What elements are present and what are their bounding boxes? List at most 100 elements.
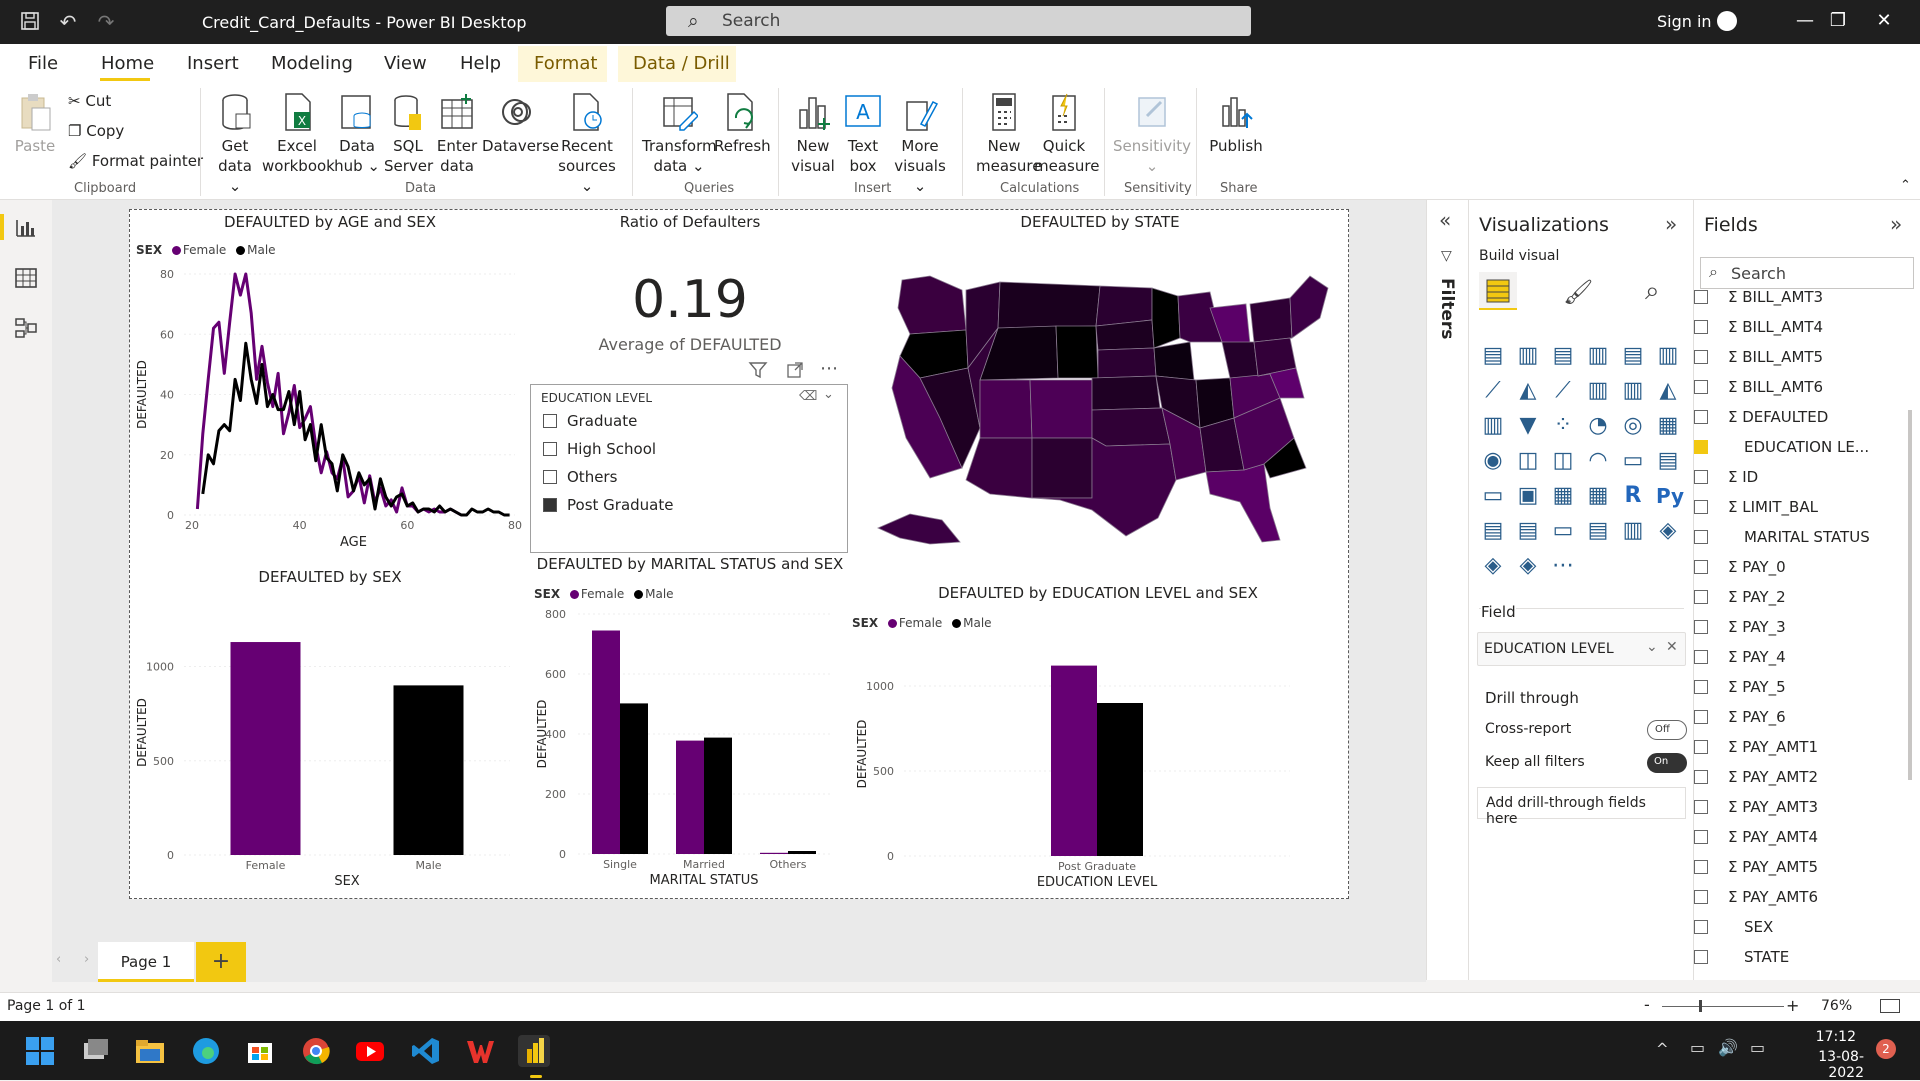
zoom-out-button[interactable]: - bbox=[1644, 995, 1650, 1014]
sign-in-link[interactable]: Sign in bbox=[1657, 12, 1712, 31]
visual-type-icon[interactable]: ◠ bbox=[1586, 449, 1610, 473]
visual-type-icon[interactable]: ◎ bbox=[1621, 414, 1645, 438]
notification-badge[interactable]: 2 bbox=[1876, 1039, 1896, 1059]
chevron-down-icon[interactable]: ⌄ bbox=[823, 387, 834, 402]
visual-type-icon[interactable]: ⋯ bbox=[1551, 554, 1575, 578]
visual-type-icon[interactable]: ▭ bbox=[1551, 519, 1575, 543]
field-item[interactable]: Σ PAY_4 bbox=[1694, 648, 1786, 666]
publish-button[interactable]: Publish bbox=[1206, 92, 1266, 156]
visual-type-icon[interactable]: ◫ bbox=[1516, 449, 1540, 473]
checkbox[interactable] bbox=[1694, 590, 1708, 604]
more-options-icon[interactable]: ⋯ bbox=[820, 358, 838, 379]
visual-type-icon[interactable]: ⟋ bbox=[1481, 379, 1505, 403]
visual-type-icon[interactable]: ▥ bbox=[1586, 344, 1610, 368]
checkbox[interactable] bbox=[1694, 800, 1708, 814]
legend-female[interactable]: Female bbox=[183, 243, 226, 257]
add-page-button[interactable]: + bbox=[196, 942, 246, 982]
fields-search-input[interactable]: ⌕ Search bbox=[1700, 257, 1914, 289]
next-page-icon[interactable]: › bbox=[84, 952, 89, 967]
data-view-icon[interactable] bbox=[13, 266, 39, 290]
field-item[interactable]: STATE bbox=[1694, 948, 1789, 966]
checkbox[interactable] bbox=[543, 470, 557, 484]
zoom-in-button[interactable]: + bbox=[1786, 996, 1799, 1015]
get-data-button[interactable]: Get data ⌄ bbox=[210, 92, 260, 196]
wps-icon[interactable] bbox=[464, 1035, 496, 1067]
checkbox[interactable] bbox=[543, 442, 557, 456]
education-bar-chart[interactable]: 0 500 1000 Post Graduate EDUCATION LEVEL DEFA… bbox=[850, 632, 1346, 896]
collapse-ribbon-icon[interactable]: ⌃ bbox=[1900, 178, 1911, 193]
expand-filters-icon[interactable]: « bbox=[1439, 208, 1451, 232]
new-visual-button[interactable]: New visual bbox=[790, 92, 836, 176]
keep-filters-toggle[interactable]: On bbox=[1647, 753, 1687, 773]
file-explorer-icon[interactable] bbox=[134, 1035, 166, 1067]
start-icon[interactable] bbox=[24, 1035, 56, 1067]
checkbox[interactable] bbox=[1694, 680, 1708, 694]
map-region[interactable] bbox=[1031, 437, 1093, 499]
legend-female[interactable]: Female bbox=[581, 587, 624, 601]
build-visual-tab[interactable] bbox=[1479, 272, 1517, 310]
tray-chevron-icon[interactable]: ^ bbox=[1656, 1040, 1669, 1058]
visual-type-icon[interactable]: ▤ bbox=[1586, 519, 1610, 543]
field-item[interactable]: Σ DEFAULTED bbox=[1694, 408, 1828, 426]
store-icon[interactable] bbox=[244, 1035, 276, 1067]
collapse-fields-icon[interactable]: » bbox=[1890, 212, 1902, 236]
sql-server-button[interactable]: SQL Server bbox=[384, 92, 433, 176]
menu-home[interactable]: Home bbox=[101, 53, 154, 74]
visual-type-icon[interactable]: ▤ bbox=[1551, 344, 1575, 368]
checkbox[interactable] bbox=[1694, 860, 1708, 874]
checkbox[interactable] bbox=[1694, 620, 1708, 634]
field-item[interactable]: EDUCATION LE... bbox=[1694, 438, 1869, 456]
scrollbar[interactable] bbox=[1908, 410, 1912, 780]
field-item[interactable]: Σ PAY_6 bbox=[1694, 708, 1786, 726]
checkbox[interactable] bbox=[1694, 320, 1708, 334]
fit-to-page-icon[interactable] bbox=[1880, 999, 1900, 1013]
checkbox[interactable] bbox=[1694, 560, 1708, 574]
format-visual-tab[interactable]: 🖌 bbox=[1563, 278, 1593, 306]
menu-help[interactable]: Help bbox=[460, 53, 501, 74]
visual-type-icon[interactable]: ◈ bbox=[1656, 519, 1680, 543]
field-item[interactable]: Σ PAY_AMT2 bbox=[1694, 768, 1818, 786]
checkbox[interactable] bbox=[1694, 770, 1708, 784]
visual-type-icon[interactable]: ▭ bbox=[1481, 484, 1505, 508]
slicer-item-others[interactable]: Others bbox=[543, 468, 617, 486]
excel-workbook-button[interactable]: X Excel workbook bbox=[262, 92, 335, 176]
visual-type-icon[interactable]: ▥ bbox=[1621, 519, 1645, 543]
checkbox[interactable] bbox=[1694, 950, 1708, 964]
checkbox[interactable] bbox=[1694, 740, 1708, 754]
visual-type-icon[interactable]: ▤ bbox=[1481, 519, 1505, 543]
format-painter-button[interactable]: 🖌 Format painter bbox=[68, 152, 203, 170]
visual-type-icon[interactable]: ⟋ bbox=[1551, 379, 1575, 403]
visual-type-icon[interactable]: ▤ bbox=[1481, 344, 1505, 368]
field-well[interactable]: EDUCATION LEVEL ⌄ ✕ bbox=[1477, 632, 1686, 666]
slicer-item-graduate[interactable]: Graduate bbox=[543, 412, 637, 430]
visual-type-icon[interactable]: ▣ bbox=[1516, 484, 1540, 508]
checkbox[interactable] bbox=[1694, 920, 1708, 934]
slicer-item-post-graduate[interactable]: Post Graduate bbox=[543, 496, 673, 514]
avatar[interactable] bbox=[1717, 11, 1737, 31]
checkbox[interactable] bbox=[1694, 710, 1708, 724]
field-item[interactable]: Σ PAY_AMT6 bbox=[1694, 888, 1818, 906]
visual-type-icon[interactable]: ▥ bbox=[1481, 414, 1505, 438]
slicer-item-high-school[interactable]: High School bbox=[543, 440, 656, 458]
field-item[interactable]: SEX bbox=[1694, 918, 1773, 936]
battery-icon[interactable]: ▭ bbox=[1750, 1038, 1765, 1057]
text-box-button[interactable]: A Text box bbox=[840, 92, 886, 176]
field-item[interactable]: Σ PAY_0 bbox=[1694, 558, 1786, 576]
model-view-icon[interactable] bbox=[13, 316, 39, 340]
field-item[interactable]: Σ PAY_3 bbox=[1694, 618, 1786, 636]
paste-button[interactable]: Paste bbox=[14, 92, 56, 156]
map-region[interactable] bbox=[877, 513, 961, 545]
clock-time[interactable]: 17:12 bbox=[1792, 1029, 1856, 1045]
visual-type-icon[interactable]: ▦ bbox=[1551, 484, 1575, 508]
save-icon[interactable] bbox=[18, 10, 42, 34]
checkbox-checked[interactable] bbox=[1694, 440, 1708, 454]
checkbox[interactable] bbox=[1694, 290, 1708, 304]
map-region[interactable] bbox=[979, 379, 1033, 439]
remove-field-icon[interactable]: ✕ bbox=[1666, 639, 1678, 655]
checkbox[interactable] bbox=[543, 414, 557, 428]
filter-icon[interactable] bbox=[748, 361, 768, 383]
menu-file[interactable]: File bbox=[28, 53, 58, 74]
legend-male[interactable]: Male bbox=[963, 616, 991, 630]
map-region[interactable] bbox=[1221, 341, 1259, 379]
map-region[interactable] bbox=[1097, 347, 1157, 379]
